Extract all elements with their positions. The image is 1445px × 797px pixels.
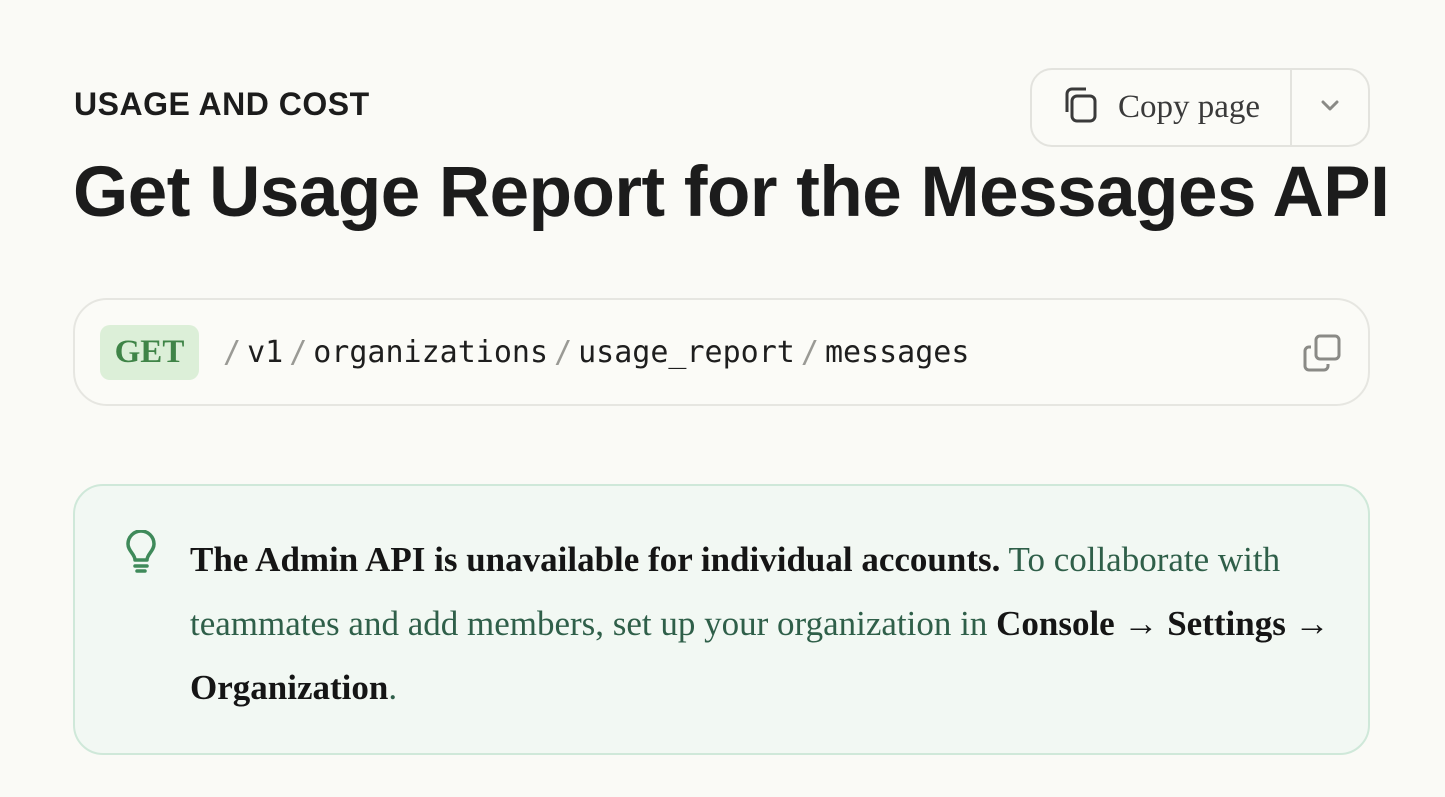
copy-page-button[interactable]: Copy page <box>1032 70 1292 145</box>
chevron-down-icon <box>1320 99 1340 117</box>
lightbulb-icon <box>123 529 159 579</box>
copy-endpoint-button[interactable] <box>1302 333 1342 378</box>
path-segment: organizations <box>313 334 549 370</box>
path-segment: messages <box>824 334 970 370</box>
endpoint-path: / v1 / organizations / usage_report / me… <box>217 335 969 370</box>
path-segment: v1 <box>247 334 284 370</box>
page-title: Get Usage Report for the Messages API <box>73 153 1390 232</box>
copy-page-control: Copy page <box>1030 68 1370 147</box>
copy-icon <box>1062 86 1098 129</box>
callout-end: . <box>388 668 398 707</box>
callout-bold-lead: The Admin API is unavailable for individ… <box>190 540 1001 579</box>
path-segment: usage_report <box>578 334 795 370</box>
copy-page-dropdown-button[interactable] <box>1292 70 1368 145</box>
path-separator: / <box>289 334 308 370</box>
path-separator: / <box>554 334 573 370</box>
http-method-badge: GET <box>100 324 199 380</box>
info-callout: The Admin API is unavailable for individ… <box>73 484 1370 755</box>
copy-page-label: Copy page <box>1118 89 1261 125</box>
section-eyebrow: USAGE AND COST <box>74 86 370 122</box>
path-separator: / <box>223 334 242 370</box>
callout-text: The Admin API is unavailable for individ… <box>190 528 1330 720</box>
endpoint-bar: GET / v1 / organizations / usage_report … <box>73 298 1370 406</box>
path-separator: / <box>800 334 819 370</box>
